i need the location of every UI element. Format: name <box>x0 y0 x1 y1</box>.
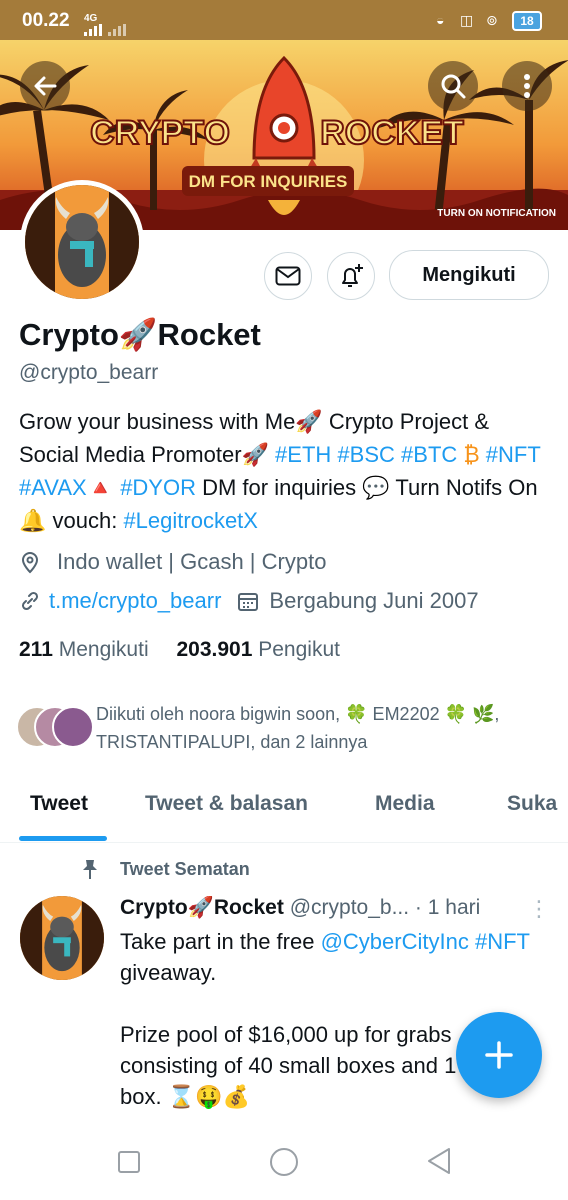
calendar-icon <box>238 593 259 611</box>
compose-tweet-button[interactable] <box>456 1012 542 1098</box>
status-bar: 00.22 4G ◒ ◫ ⊚ 18 <box>0 0 568 40</box>
bell-plus-icon <box>342 264 363 287</box>
hashtag-link[interactable]: #ETH <box>275 442 331 467</box>
followed-by-text: Diikuti oleh noora bigwin soon, 🍀 EM2202… <box>96 704 500 752</box>
followers-stat[interactable]: 203.901 Pengikut <box>176 638 340 661</box>
profile-website-link[interactable]: t.me/crypto_bearr <box>49 588 221 614</box>
home-circle-icon[interactable] <box>269 1147 299 1177</box>
tweet-more-icon[interactable]: ⋮ <box>528 896 550 922</box>
more-options-button[interactable] <box>502 61 552 111</box>
profile-location: Indo wallet | Gcash | Crypto <box>19 549 326 575</box>
tab-tweets[interactable]: Tweet <box>30 792 88 816</box>
tweet-author-avatar[interactable] <box>20 896 104 980</box>
avatar <box>52 706 94 748</box>
back-triangle-icon[interactable] <box>426 1147 452 1175</box>
display-name-part1: Crypto <box>19 317 119 352</box>
pinned-label: Tweet Sematan <box>80 858 250 880</box>
search-icon <box>441 74 466 99</box>
following-label: Mengikuti <box>58 638 149 661</box>
pin-icon <box>83 860 97 879</box>
tweet-text-part: giveaway. <box>120 960 217 985</box>
arrow-left-icon <box>34 76 57 96</box>
hashtag-link[interactable]: #DYOR <box>120 475 196 500</box>
author-name-part1: Crypto <box>120 896 188 919</box>
hashtag-link[interactable]: #NFT <box>486 442 541 467</box>
tab-likes[interactable]: Suka <box>507 792 557 816</box>
followed-by[interactable]: Diikuti oleh noora bigwin soon, 🍀 EM2202… <box>16 700 561 760</box>
profile-stats: 211 Mengikuti 203.901 Pengikut <box>19 638 340 662</box>
more-vertical-icon <box>524 74 530 98</box>
banner-notice: TURN ON NOTIFICATION <box>437 208 556 219</box>
hashtag-link[interactable]: #NFT <box>475 929 530 954</box>
follower-avatars <box>16 706 94 748</box>
following-count: 211 <box>19 638 53 661</box>
following-button[interactable]: Mengikuti <box>389 250 549 300</box>
message-button[interactable] <box>264 252 312 300</box>
android-nav-bar <box>0 1130 568 1200</box>
link-icon <box>21 591 39 611</box>
search-button[interactable] <box>428 61 478 111</box>
banner-title-left: CRYPTO <box>90 114 230 152</box>
rocket-emoji: 🚀 <box>187 896 214 919</box>
tweet-text-part: Take part in the free <box>120 929 321 954</box>
bitcoin-emoji: ₿ <box>457 442 486 467</box>
profile-handle: @crypto_bearr <box>19 361 159 384</box>
mention-link[interactable]: @CyberCityInc <box>321 929 469 954</box>
joined-date: Bergabung Juni 2007 <box>269 588 479 613</box>
profile-link-joined: t.me/crypto_bearr Bergabung Juni 2007 <box>19 588 479 614</box>
alarm-icon: ⊚ <box>486 12 498 28</box>
tab-tweets-replies[interactable]: Tweet & balasan <box>145 792 308 816</box>
profile-bio: Grow your business with Me🚀 Crypto Proje… <box>19 405 554 537</box>
tweet-time: · 1 hari <box>414 896 481 919</box>
tweet-header: Crypto🚀Rocket @crypto_b... · 1 hari <box>120 896 530 920</box>
hashtag-link[interactable]: #BSC <box>337 442 394 467</box>
display-name-part2: Rocket <box>157 317 261 352</box>
recents-square-icon[interactable] <box>117 1150 141 1174</box>
profile-tabs: Tweet Tweet & balasan Media Suka <box>0 770 568 843</box>
bull-avatar-image <box>20 896 104 980</box>
bull-avatar-image <box>25 185 139 299</box>
followers-count: 203.901 <box>176 638 253 661</box>
active-tab-indicator <box>19 836 107 841</box>
battery-indicator: 18 <box>512 11 542 31</box>
location-pin-icon <box>21 552 39 574</box>
app-notification-icon: ◒ <box>436 12 445 28</box>
vibrate-icon: ◫ <box>460 12 474 28</box>
tweet-author-handle: @crypto_b... <box>289 896 410 919</box>
pinned-tweet-label: Tweet Sematan <box>120 858 250 879</box>
mail-icon <box>275 266 301 286</box>
followers-label: Pengikut <box>258 638 340 661</box>
rocket-emoji: 🚀 <box>118 317 158 352</box>
author-name-part2: Rocket <box>213 896 284 919</box>
hashtag-link[interactable]: #AVAX <box>19 475 87 500</box>
tweet-text-part: Prize pool of $16,000 up for grabs consi… <box>120 1022 505 1109</box>
back-button[interactable] <box>20 61 70 111</box>
following-stat[interactable]: 211 Mengikuti <box>19 638 149 661</box>
location-text: Indo wallet | Gcash | Crypto <box>57 549 327 574</box>
plus-icon <box>485 1041 513 1069</box>
signal-icon <box>84 24 126 36</box>
profile-avatar[interactable] <box>20 180 144 304</box>
tab-media[interactable]: Media <box>375 792 435 816</box>
status-time: 00.22 <box>22 10 70 31</box>
notifications-button[interactable] <box>327 252 375 300</box>
hashtag-link[interactable]: #BTC <box>401 442 457 467</box>
hashtag-link[interactable]: #LegitrocketX <box>123 508 258 533</box>
network-type: 4G <box>84 13 98 24</box>
profile-display-name: Crypto🚀Rocket <box>19 316 261 353</box>
banner-title-right: ROCKET <box>320 114 464 152</box>
bio-text: 🔺 <box>86 475 121 500</box>
banner-subtitle: DM FOR INQUIRIES <box>189 172 348 191</box>
tweet-author-name[interactable]: Crypto🚀Rocket <box>120 896 284 919</box>
